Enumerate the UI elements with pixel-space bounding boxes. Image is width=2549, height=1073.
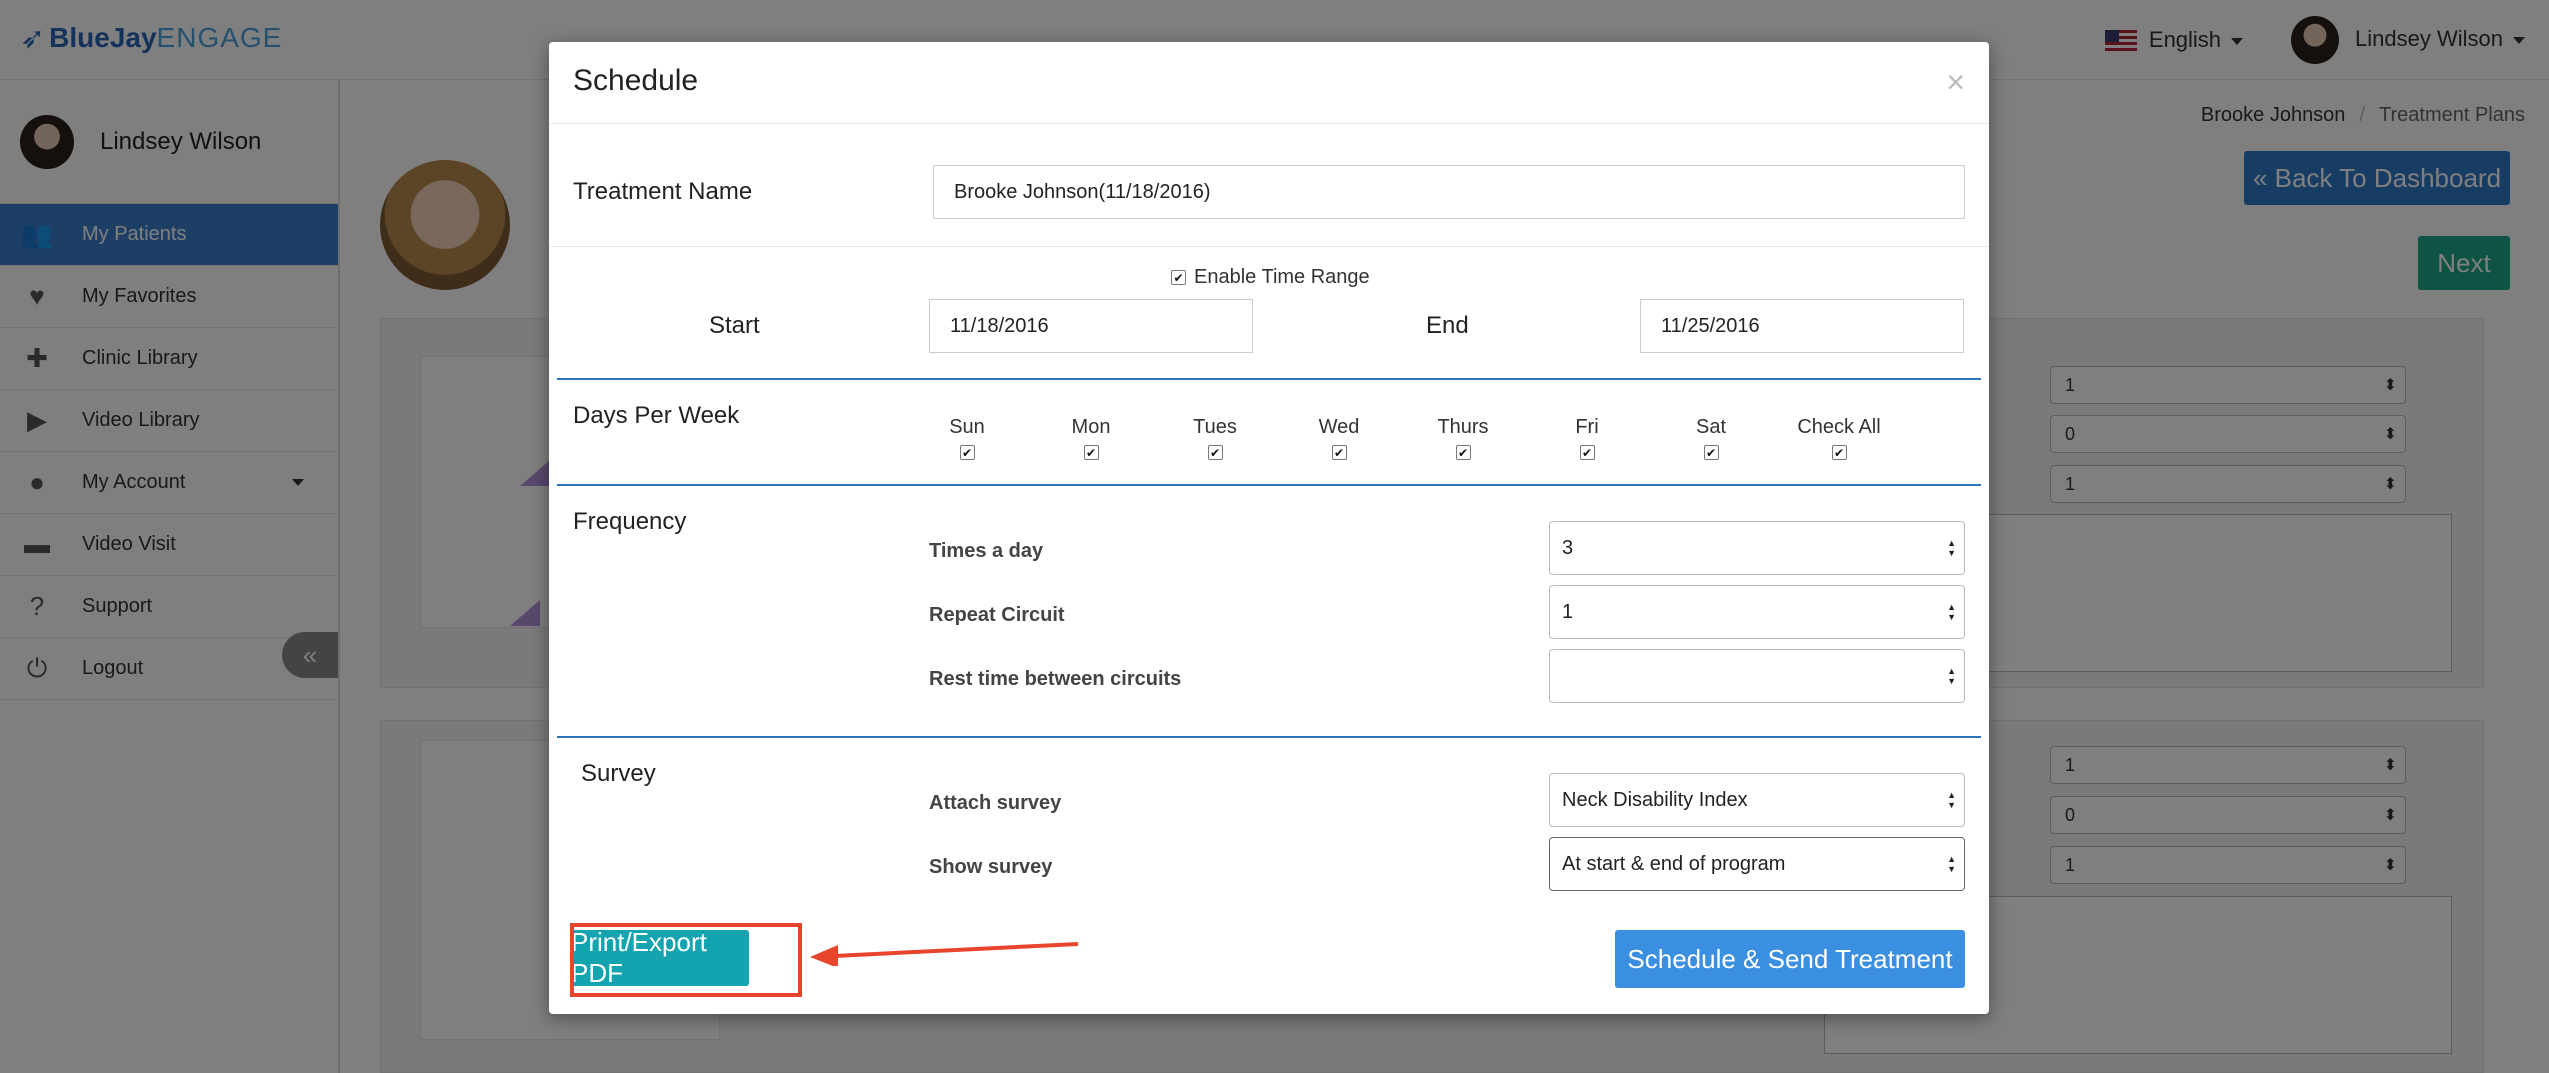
day-fri[interactable]: Fri ✔ — [1542, 416, 1632, 463]
show-survey-value: At start & end of program — [1562, 852, 1786, 875]
day-label: Wed — [1318, 416, 1360, 438]
enable-time-range-checkbox[interactable]: ✔ — [1171, 270, 1186, 285]
annotation-arrow-icon — [810, 942, 1079, 966]
day-tues-checkbox[interactable]: ✔ — [1207, 445, 1223, 460]
rest-time-label: Rest time between circuits — [929, 668, 1182, 690]
attach-survey-label: Attach survey — [929, 792, 1062, 814]
arrow-down-icon: ▼ — [1947, 548, 1956, 558]
day-sat-checkbox[interactable]: ✔ — [1703, 445, 1719, 460]
frequency-label: Frequency — [573, 508, 687, 535]
highlight-box — [570, 923, 802, 997]
day-fri-checkbox[interactable]: ✔ — [1579, 445, 1595, 460]
day-label: Sat — [1695, 416, 1727, 438]
app-root: ➶ BlueJay ENGAGE English Lindsey Wilson … — [0, 0, 2549, 1073]
end-date-field[interactable]: 11/25/2016 — [1640, 299, 1964, 353]
day-label: Thurs — [1437, 416, 1489, 438]
arrow-up-icon: ▲ — [1947, 666, 1956, 676]
day-label: Sun — [949, 416, 985, 438]
divider — [549, 246, 1989, 247]
divider — [557, 736, 1981, 738]
arrow-down-icon: ▼ — [1947, 800, 1956, 810]
day-label: Fri — [1575, 416, 1599, 438]
start-date-field[interactable]: 11/18/2016 — [929, 299, 1253, 353]
arrow-down-icon: ▼ — [1947, 612, 1956, 622]
repeat-circuit-select[interactable]: 1 ▲ ▼ — [1549, 585, 1965, 639]
select-arrows-icon: ▲ ▼ — [1947, 854, 1956, 874]
select-arrows-icon: ▲ ▼ — [1947, 790, 1956, 810]
start-label: Start — [709, 312, 760, 339]
end-label: End — [1426, 312, 1469, 339]
days-per-week-label: Days Per Week — [573, 402, 740, 429]
enable-time-range[interactable]: ✔ Enable Time Range — [1171, 266, 1370, 289]
check-all-checkbox[interactable]: ✔ — [1831, 445, 1847, 460]
arrow-up-icon: ▲ — [1947, 538, 1956, 548]
treatment-name-field[interactable]: Brooke Johnson(11/18/2016) — [933, 165, 1965, 219]
day-thurs-checkbox[interactable]: ✔ — [1455, 445, 1471, 460]
day-label: Mon — [1071, 416, 1111, 438]
day-wed-checkbox[interactable]: ✔ — [1331, 445, 1347, 460]
day-label: Tues — [1193, 416, 1237, 438]
check-all[interactable]: Check All ✔ — [1774, 416, 1904, 463]
survey-label: Survey — [581, 760, 656, 787]
rest-time-select[interactable]: ▲ ▼ — [1549, 649, 1965, 703]
treatment-name-label: Treatment Name — [573, 178, 753, 205]
arrow-up-icon: ▲ — [1947, 602, 1956, 612]
show-survey-label: Show survey — [929, 856, 1053, 878]
day-mon[interactable]: Mon ✔ — [1046, 416, 1136, 463]
day-sun[interactable]: Sun ✔ — [922, 416, 1012, 463]
modal-header: Schedule × — [549, 42, 1989, 124]
attach-survey-value: Neck Disability Index — [1562, 788, 1748, 811]
repeat-circuit-value: 1 — [1562, 600, 1574, 623]
enable-time-range-label: Enable Time Range — [1194, 266, 1370, 288]
arrow-up-icon: ▲ — [1947, 854, 1956, 864]
select-arrows-icon: ▲ ▼ — [1947, 538, 1956, 558]
day-tues[interactable]: Tues ✔ — [1170, 416, 1260, 463]
day-wed[interactable]: Wed ✔ — [1294, 416, 1384, 463]
arrow-down-icon: ▼ — [1947, 676, 1956, 686]
arrow-down-icon: ▼ — [1947, 864, 1956, 874]
show-survey-select[interactable]: At start & end of program ▲ ▼ — [1549, 837, 1965, 891]
select-arrows-icon: ▲ ▼ — [1947, 602, 1956, 622]
divider — [557, 378, 1981, 380]
attach-survey-select[interactable]: Neck Disability Index ▲ ▼ — [1549, 773, 1965, 827]
arrow-up-icon: ▲ — [1947, 790, 1956, 800]
modal-title: Schedule — [573, 64, 699, 97]
repeat-circuit-label: Repeat Circuit — [929, 604, 1065, 626]
day-label: Check All — [1797, 416, 1881, 438]
day-sun-checkbox[interactable]: ✔ — [959, 445, 975, 460]
schedule-modal: Schedule × Treatment Name Brooke Johnson… — [549, 42, 1989, 1014]
times-a-day-select[interactable]: 3 ▲ ▼ — [1549, 521, 1965, 575]
times-a-day-value: 3 — [1562, 536, 1574, 559]
divider — [557, 484, 1981, 486]
day-sat[interactable]: Sat ✔ — [1666, 416, 1756, 463]
day-mon-checkbox[interactable]: ✔ — [1083, 445, 1099, 460]
select-arrows-icon: ▲ ▼ — [1947, 666, 1956, 686]
day-thurs[interactable]: Thurs ✔ — [1418, 416, 1508, 463]
close-icon[interactable]: × — [1946, 66, 1965, 98]
times-a-day-label: Times a day — [929, 540, 1044, 562]
schedule-send-treatment-button[interactable]: Schedule & Send Treatment — [1615, 930, 1965, 988]
